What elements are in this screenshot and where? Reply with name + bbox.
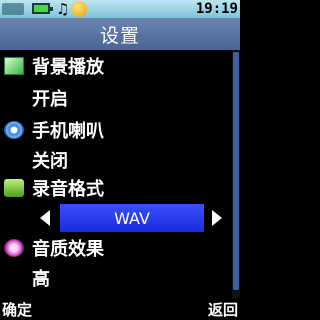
settings-list: 背景播放 开启 手机喇叭 关闭 录音格式 WAV 音质效果 高 — [0, 50, 232, 298]
setting-record-format[interactable]: 录音格式 — [0, 174, 232, 202]
background-play-icon — [4, 57, 24, 75]
setting-value-quality[interactable]: 高 — [0, 264, 232, 292]
notification-icon — [71, 1, 87, 17]
scrollbar[interactable] — [232, 50, 240, 298]
status-time: 19:19 — [195, 1, 238, 17]
signal-icon — [2, 3, 24, 15]
setting-value: 关闭 — [32, 151, 68, 172]
softkey-left[interactable]: 确定 — [2, 299, 32, 320]
setting-label: 手机喇叭 — [32, 121, 104, 142]
setting-value-background-play[interactable]: 开启 — [0, 84, 232, 112]
setting-quality[interactable]: 音质效果 — [0, 234, 232, 262]
music-note-icon: ♫ — [56, 0, 70, 18]
softkey-bar: 确定 返回 — [0, 298, 240, 320]
setting-label: 音质效果 — [32, 239, 104, 260]
setting-value: 高 — [32, 269, 50, 290]
setting-speaker[interactable]: 手机喇叭 — [0, 116, 232, 144]
setting-value-speaker[interactable]: 关闭 — [0, 146, 232, 174]
format-value: WAV — [114, 208, 150, 228]
arrow-right-icon[interactable] — [212, 210, 222, 226]
softkey-right[interactable]: 返回 — [208, 299, 238, 320]
setting-label: 录音格式 — [32, 179, 104, 200]
setting-value: 开启 — [32, 89, 68, 110]
quality-icon — [4, 239, 24, 257]
format-selector[interactable]: WAV — [0, 204, 232, 232]
title-bar: 设置 — [0, 18, 240, 50]
setting-label: 背景播放 — [32, 57, 104, 78]
scroll-thumb[interactable] — [233, 52, 239, 290]
status-bar: ♫ 19:19 — [0, 0, 240, 18]
battery-icon — [32, 3, 53, 14]
page-title: 设置 — [99, 24, 140, 47]
setting-background-play[interactable]: 背景播放 — [0, 52, 232, 80]
format-selector-box[interactable]: WAV — [60, 204, 204, 232]
record-format-icon — [4, 179, 24, 197]
arrow-left-icon[interactable] — [40, 210, 50, 226]
speaker-icon — [4, 121, 24, 139]
